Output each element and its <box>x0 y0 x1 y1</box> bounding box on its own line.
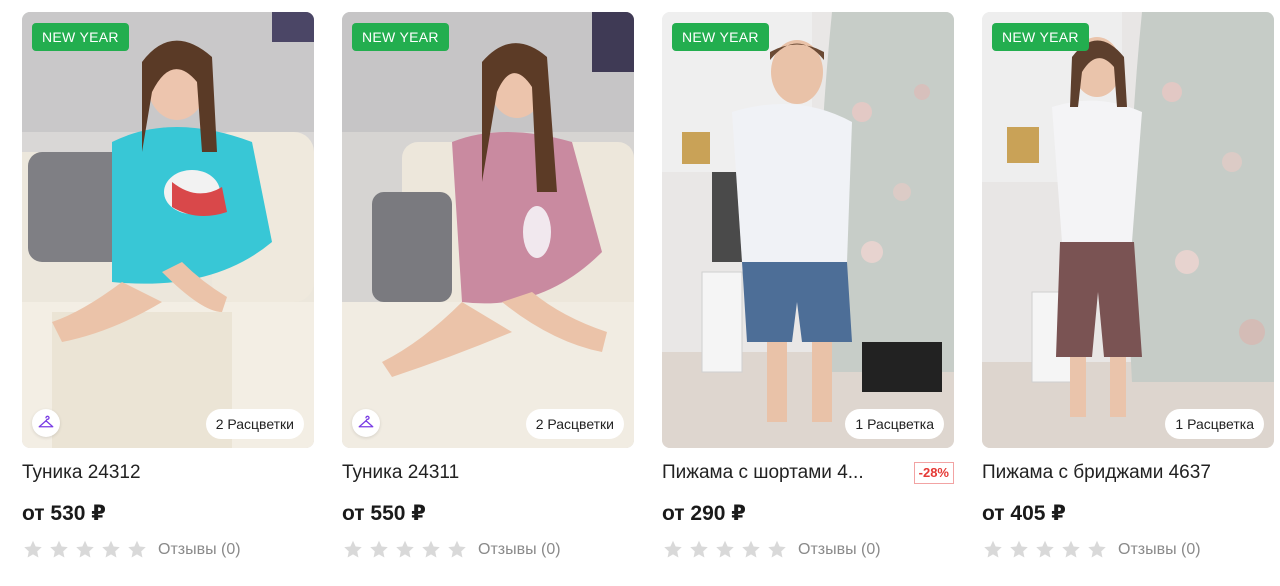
title-row: Пижама с шортами 4... -28% <box>662 461 954 485</box>
product-grid: NEW YEAR 2 Расцветки Туника 24312 от 530… <box>0 0 1280 586</box>
star-icon <box>50 540 68 558</box>
product-title[interactable]: Пижама с бриджами 4637 <box>982 462 1211 484</box>
rating-row: Отзывы (0) <box>22 539 314 560</box>
product-title[interactable]: Туника 24311 <box>342 462 459 484</box>
product-price: от 405 ₽ <box>982 502 1066 525</box>
product-image <box>342 12 634 448</box>
star-icon <box>128 540 146 558</box>
reviews-link[interactable]: Отзывы (0) <box>478 541 561 559</box>
colors-count-chip[interactable]: 2 Расцветки <box>205 409 304 439</box>
star-icon <box>370 540 388 558</box>
title-row: Пижама с бриджами 4637 <box>982 461 1274 485</box>
rating-stars[interactable] <box>982 539 1108 560</box>
hanger-icon-glyph <box>358 415 374 428</box>
product-photo[interactable]: NEW YEAR 1 Расцветка <box>982 12 1274 448</box>
hanger-icon-glyph <box>38 415 54 428</box>
discount-badge: -28% <box>913 462 954 484</box>
new-year-badge: NEW YEAR <box>992 23 1089 51</box>
star-icon <box>1036 540 1054 558</box>
new-year-badge: NEW YEAR <box>352 23 449 51</box>
product-card[interactable]: NEW YEAR 1 Расцветка Пижама с бриджами 4… <box>982 12 1274 572</box>
product-card[interactable]: NEW YEAR 2 Расцветки Туника 24312 от 530… <box>22 12 314 572</box>
star-icon <box>1088 540 1106 558</box>
star-icon <box>102 540 120 558</box>
product-card[interactable]: NEW YEAR 1 Расцветка Пижама с шортами 4.… <box>662 12 954 572</box>
star-icon <box>1010 540 1028 558</box>
product-title[interactable]: Пижама с шортами 4... <box>662 462 864 484</box>
star-icon <box>344 540 362 558</box>
product-image <box>22 12 314 448</box>
colors-count-chip[interactable]: 1 Расцветка <box>1165 409 1264 439</box>
star-icon <box>768 540 786 558</box>
rating-row: Отзывы (0) <box>982 539 1274 560</box>
star-icon <box>664 540 682 558</box>
hanger-icon[interactable] <box>352 409 380 437</box>
title-row: Туника 24312 <box>22 461 314 485</box>
product-photo[interactable]: NEW YEAR 2 Расцветки <box>342 12 634 448</box>
rating-stars[interactable] <box>22 539 148 560</box>
product-photo[interactable]: NEW YEAR 1 Расцветка <box>662 12 954 448</box>
new-year-badge: NEW YEAR <box>32 23 129 51</box>
product-price: от 550 ₽ <box>342 502 426 525</box>
star-icon <box>984 540 1002 558</box>
colors-count-chip[interactable]: 1 Расцветка <box>845 409 944 439</box>
star-icon <box>716 540 734 558</box>
star-icon <box>690 540 708 558</box>
reviews-link[interactable]: Отзывы (0) <box>1118 541 1201 559</box>
hanger-icon[interactable] <box>32 409 60 437</box>
product-price: от 290 ₽ <box>662 502 746 525</box>
product-image <box>662 12 954 448</box>
reviews-link[interactable]: Отзывы (0) <box>158 541 241 559</box>
rating-stars[interactable] <box>662 539 788 560</box>
star-icon <box>396 540 414 558</box>
new-year-badge: NEW YEAR <box>672 23 769 51</box>
product-photo[interactable]: NEW YEAR 2 Расцветки <box>22 12 314 448</box>
product-image <box>982 12 1274 448</box>
star-icon <box>742 540 760 558</box>
rating-row: Отзывы (0) <box>342 539 634 560</box>
star-icon <box>422 540 440 558</box>
star-icon <box>1062 540 1080 558</box>
product-price: от 530 ₽ <box>22 502 106 525</box>
colors-count-chip[interactable]: 2 Расцветки <box>525 409 624 439</box>
reviews-link[interactable]: Отзывы (0) <box>798 541 881 559</box>
product-card[interactable]: NEW YEAR 2 Расцветки Туника 24311 от 550… <box>342 12 634 572</box>
rating-row: Отзывы (0) <box>662 539 954 560</box>
star-icon <box>76 540 94 558</box>
product-title[interactable]: Туника 24312 <box>22 462 141 484</box>
star-icon <box>24 540 42 558</box>
rating-stars[interactable] <box>342 539 468 560</box>
title-row: Туника 24311 <box>342 461 634 485</box>
star-icon <box>448 540 466 558</box>
